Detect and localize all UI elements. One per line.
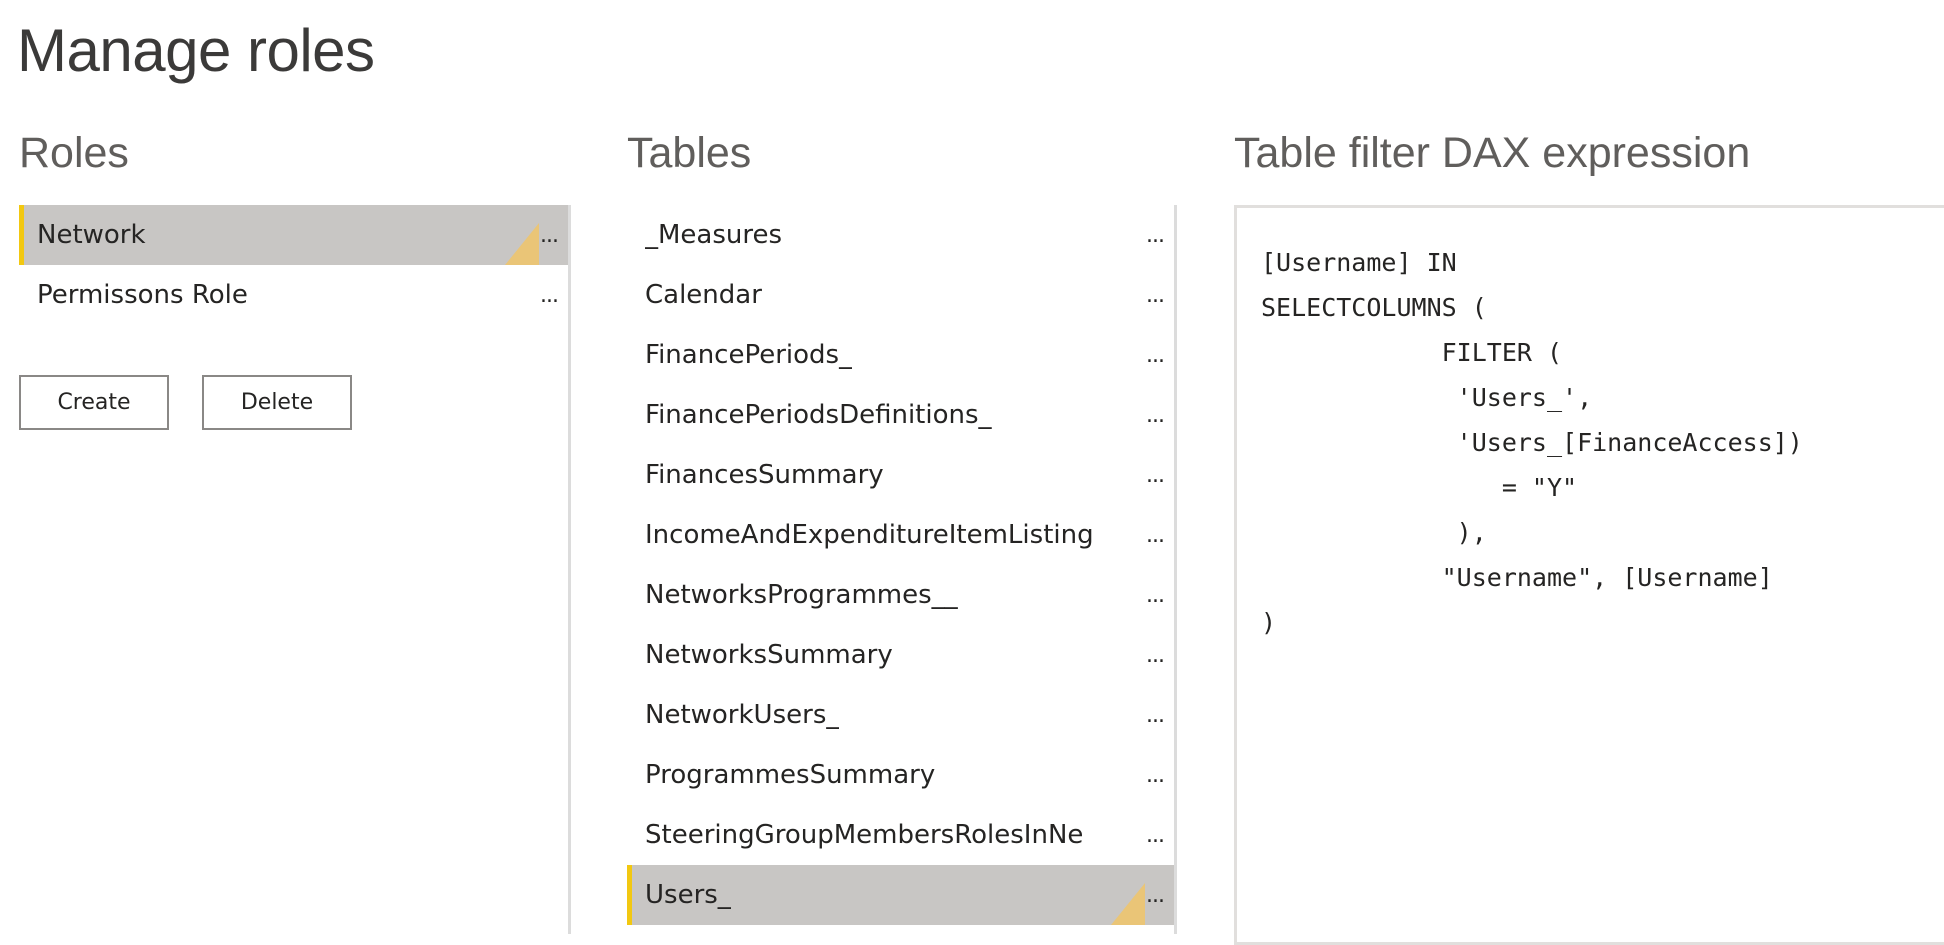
create-role-button[interactable]: Create xyxy=(19,375,169,430)
role-item-selected[interactable]: Network... xyxy=(19,205,569,265)
table-item-label: NetworksSummary xyxy=(645,640,893,670)
table-item[interactable]: FinancesSummary... xyxy=(627,445,1175,505)
more-options-button[interactable]: ... xyxy=(1141,625,1169,685)
delete-role-button[interactable]: Delete xyxy=(202,375,352,430)
more-options-button[interactable]: ... xyxy=(1141,205,1169,265)
page-title: Manage roles xyxy=(17,17,375,84)
table-item-label: SteeringGroupMembersRolesInNe xyxy=(645,820,1084,850)
table-item[interactable]: NetworksProgrammes__... xyxy=(627,565,1175,625)
table-item-label: FinancePeriods_ xyxy=(645,340,853,370)
table-item[interactable]: FinancePeriods_... xyxy=(627,325,1175,385)
table-item[interactable]: FinancePeriodsDefinitions_... xyxy=(627,385,1175,445)
role-item-label: Permissons Role xyxy=(37,280,248,310)
more-options-button[interactable]: ... xyxy=(1141,745,1169,805)
role-item-label: Network xyxy=(37,220,146,250)
table-item-label: FinancePeriodsDefinitions_ xyxy=(645,400,992,430)
table-item-label: ProgrammesSummary xyxy=(645,760,936,790)
more-options-button[interactable]: ... xyxy=(1141,865,1169,925)
roles-divider xyxy=(568,205,571,934)
more-options-button[interactable]: ... xyxy=(1141,385,1169,445)
table-item-label: _Measures xyxy=(645,220,783,250)
more-options-button[interactable]: ... xyxy=(1141,325,1169,385)
table-item-label: Users_ xyxy=(645,880,731,910)
table-item-label: NetworksProgrammes__ xyxy=(645,580,958,610)
dax-expression-editor[interactable]: [Username] IN SELECTCOLUMNS ( FILTER ( '… xyxy=(1234,205,1944,945)
table-item-label: Calendar xyxy=(645,280,762,310)
more-options-button[interactable]: ... xyxy=(1141,445,1169,505)
tables-section-title: Tables xyxy=(627,129,752,177)
more-options-button[interactable]: ... xyxy=(1141,265,1169,325)
table-item[interactable]: NetworkUsers_... xyxy=(627,685,1175,745)
role-item[interactable]: Permissons Role... xyxy=(19,265,569,325)
more-options-button[interactable]: ... xyxy=(1141,565,1169,625)
more-options-button[interactable]: ... xyxy=(1141,685,1169,745)
more-options-button[interactable]: ... xyxy=(1141,505,1169,565)
table-item-label: IncomeAndExpenditureItemListing xyxy=(645,520,1094,550)
table-item[interactable]: IncomeAndExpenditureItemListing... xyxy=(627,505,1175,565)
table-item-label: NetworkUsers_ xyxy=(645,700,840,730)
table-item[interactable]: ProgrammesSummary... xyxy=(627,745,1175,805)
dax-expression-text[interactable]: [Username] IN SELECTCOLUMNS ( FILTER ( '… xyxy=(1261,240,1803,645)
roles-list: Network... Permissons Role... xyxy=(19,205,569,325)
tables-list: _Measures... Calendar... FinancePeriods_..… xyxy=(627,205,1175,925)
tables-divider xyxy=(1174,205,1177,934)
table-item-label: FinancesSummary xyxy=(645,460,884,490)
more-options-button[interactable]: ... xyxy=(535,265,563,325)
selection-flag-icon xyxy=(1111,883,1145,925)
selection-flag-icon xyxy=(505,223,539,265)
more-options-button[interactable]: ... xyxy=(535,205,563,265)
table-item[interactable]: SteeringGroupMembersRolesInNe... xyxy=(627,805,1175,865)
table-item[interactable]: Calendar... xyxy=(627,265,1175,325)
table-item[interactable]: NetworksSummary... xyxy=(627,625,1175,685)
roles-section-title: Roles xyxy=(19,129,129,177)
table-item[interactable]: _Measures... xyxy=(627,205,1175,265)
table-item-selected[interactable]: Users_... xyxy=(627,865,1175,925)
dax-section-title: Table filter DAX expression xyxy=(1234,129,1751,177)
more-options-button[interactable]: ... xyxy=(1141,805,1169,865)
